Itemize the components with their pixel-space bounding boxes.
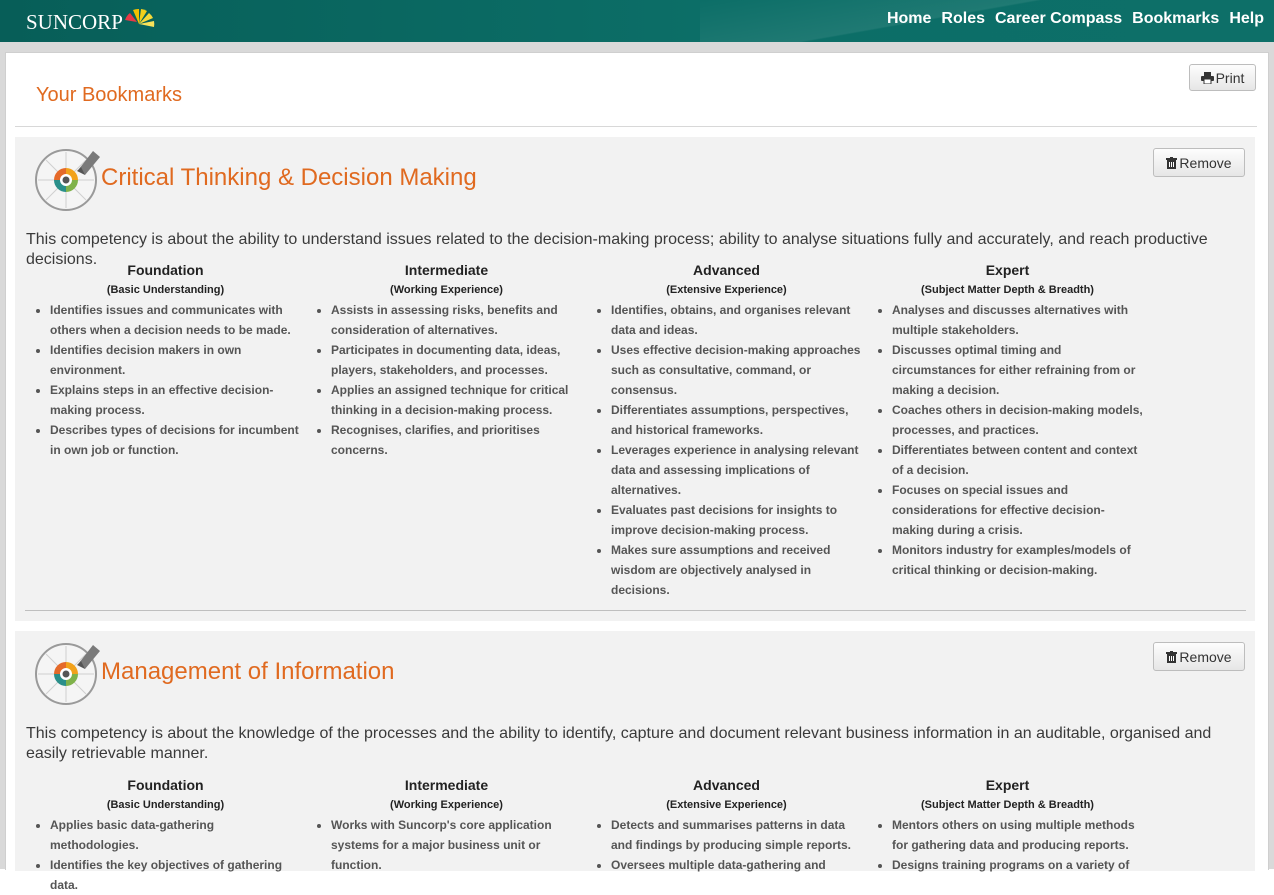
list-item: Analyses and discusses alternatives with… [892,300,1148,340]
list-item: Assists in assessing risks, benefits and… [331,300,587,340]
level-expert: Expert (Subject Matter Depth & Breadth) … [867,775,1148,875]
competency-title: Critical Thinking & Decision Making [101,164,477,191]
nav-help[interactable]: Help [1229,10,1264,28]
competency-title: Management of Information [101,658,395,685]
print-label: Print [1215,69,1245,86]
nav-roles[interactable]: Roles [941,10,985,28]
list-item: Evaluates past decisions for insights to… [611,500,867,540]
list-item: Designs training programs on a variety o… [892,855,1148,875]
page-title: Your Bookmarks [36,84,182,106]
remove-label: Remove [1179,648,1232,665]
list-item: Identifies, obtains, and organises relev… [611,300,867,340]
level-items: Identifies, obtains, and organises relev… [586,300,867,600]
level-items: Assists in assessing risks, benefits and… [306,300,587,460]
level-advanced: Advanced (Extensive Experience) Identifi… [586,260,867,600]
main-nav: Home Roles Career Compass Bookmarks Help [887,0,1264,38]
nav-home[interactable]: Home [887,10,931,28]
level-subtitle: (Extensive Experience) [666,799,787,811]
list-item: Discusses optimal timing and circumstanc… [892,340,1148,400]
list-item: Participates in documenting data, ideas,… [331,340,587,380]
list-item: Identifies decision makers in own enviro… [50,340,306,380]
level-items: Applies basic data-gathering methodologi… [25,815,306,895]
competency-description: This competency is about the knowledge o… [26,725,1212,762]
brand-name: SUNCORP [26,9,123,34]
level-subtitle: (Extensive Experience) [666,284,787,296]
remove-bookmark-button[interactable]: Remove [1153,642,1245,671]
level-name: Foundation [127,777,204,793]
level-name: Foundation [127,262,204,278]
trash-icon [1166,650,1178,663]
level-name: Advanced [693,262,760,278]
level-name: Intermediate [404,262,489,278]
level-name: Advanced [693,777,760,793]
remove-bookmark-button[interactable]: Remove [1153,148,1245,177]
list-item: Coaches others in decision-making models… [892,400,1148,440]
nav-career-compass[interactable]: Career Compass [995,10,1122,28]
brand-logo[interactable]: SUNCORP [26,8,159,35]
level-items: Works with Suncorp's core application sy… [306,815,587,875]
compass-icon [35,643,100,705]
level-name: Expert [985,262,1030,278]
list-item: Focuses on special issues and considerat… [892,480,1148,540]
bookmarks-panel: Your Bookmarks Print Critical Thinking &… [5,52,1269,892]
list-item: Recognises, clarifies, and prioritises c… [331,420,587,460]
top-navigation-bar: SUNCORP Home Roles Career Compass Bookma… [0,0,1274,42]
level-items: Detects and summarises patterns in data … [586,815,867,875]
list-item: Makes sure assumptions and received wisd… [611,540,867,600]
list-item: Differentiates assumptions, perspectives… [611,400,867,440]
remove-label: Remove [1179,154,1232,171]
level-name: Intermediate [404,777,489,793]
list-item: Identifies issues and communicates with … [50,300,306,340]
level-items: Analyses and discusses alternatives with… [867,300,1148,580]
list-item: Describes types of decisions for incumbe… [50,420,306,460]
level-subtitle: (Working Experience) [390,799,503,811]
list-item: Leverages experience in analysing releva… [611,440,867,500]
list-item: Uses effective decision-making approache… [611,340,867,400]
level-items: Identifies issues and communicates with … [25,300,306,460]
level-foundation: Foundation (Basic Understanding) Identif… [25,260,306,460]
compass-icon [35,149,100,211]
sun-logo-icon [124,8,155,27]
level-intermediate: Intermediate (Working Experience) Works … [306,775,587,875]
list-item: Monitors industry for examples/models of… [892,540,1148,580]
printer-icon [1200,71,1214,84]
divider [15,126,1257,127]
level-subtitle: (Subject Matter Depth & Breadth) [921,799,1094,811]
trash-icon [1166,156,1178,169]
list-item: Mentors others on using multiple methods… [892,815,1148,855]
list-item: Works with Suncorp's core application sy… [331,815,587,875]
level-expert: Expert (Subject Matter Depth & Breadth) … [867,260,1148,580]
list-item: Applies basic data-gathering methodologi… [50,815,306,855]
list-item: Identifies the key objectives of gatheri… [50,855,306,895]
level-advanced: Advanced (Extensive Experience) Detects … [586,775,867,875]
level-subtitle: (Basic Understanding) [106,284,225,296]
list-item: Oversees multiple data-gathering and [611,855,867,875]
level-items: Mentors others on using multiple methods… [867,815,1148,875]
level-intermediate: Intermediate (Working Experience) Assist… [306,260,587,460]
competency-card: Management of Information Remove This co… [15,631,1255,892]
level-foundation: Foundation (Basic Understanding) Applies… [25,775,306,895]
level-subtitle: (Subject Matter Depth & Breadth) [921,284,1094,296]
competency-card: Critical Thinking & Decision Making Remo… [15,137,1255,621]
list-item: Differentiates between content and conte… [892,440,1148,480]
level-subtitle: (Basic Understanding) [106,799,225,811]
card-divider [25,610,1246,611]
nav-bookmarks[interactable]: Bookmarks [1132,10,1219,28]
level-subtitle: (Working Experience) [390,284,503,296]
level-name: Expert [985,777,1030,793]
list-item: Applies an assigned technique for critic… [331,380,587,420]
print-button[interactable]: Print [1189,64,1256,91]
list-item: Explains steps in an effective decision-… [50,380,306,420]
list-item: Detects and summarises patterns in data … [611,815,867,855]
